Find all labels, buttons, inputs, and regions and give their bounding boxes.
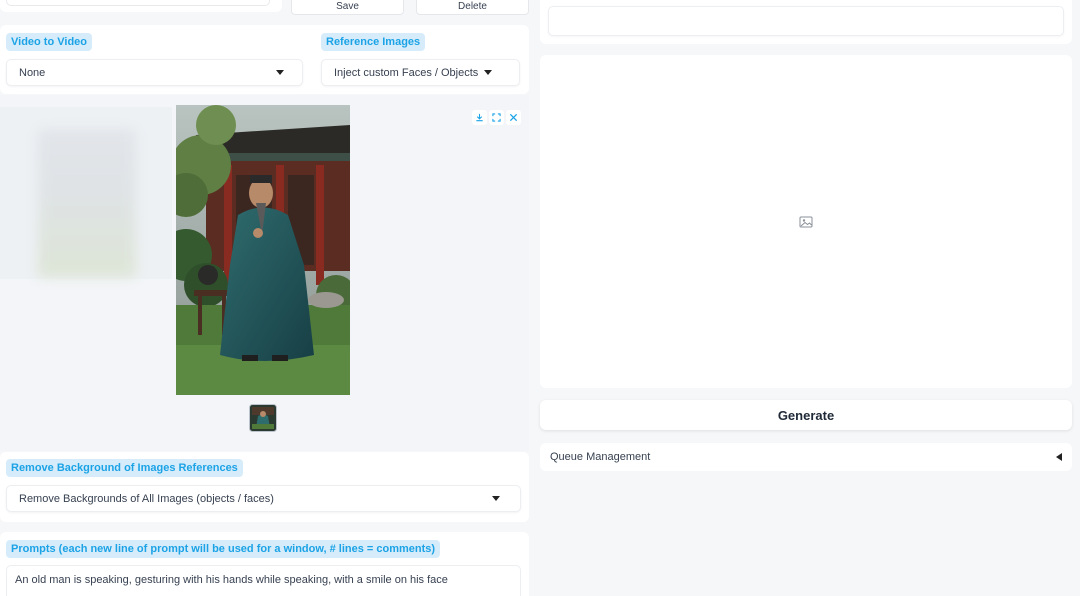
reference-images-dropdown[interactable]: Inject custom Faces / Objects [321, 59, 520, 86]
save-button[interactable]: Save [291, 0, 404, 15]
reference-images-value: Inject custom Faces / Objects [334, 66, 479, 79]
output-image-panel [540, 55, 1072, 388]
top-cutoff-panel [0, 0, 282, 12]
blurred-thumbnail[interactable] [0, 107, 172, 279]
chevron-down-icon [492, 496, 500, 501]
gallery-thumbnail[interactable] [249, 404, 277, 432]
chevron-down-icon [276, 70, 284, 75]
gallery-toolbar [472, 110, 521, 125]
image-gallery-panel [0, 95, 529, 451]
reference-images-label: Reference Images [321, 33, 426, 51]
remove-background-value: Remove Backgrounds of All Images (object… [19, 492, 274, 505]
remove-background-panel: Remove Background of Images References R… [0, 452, 529, 522]
prompts-label: Prompts (each new line of prompt will be… [6, 540, 441, 558]
remove-background-dropdown[interactable]: Remove Backgrounds of All Images (object… [6, 485, 521, 512]
close-icon[interactable] [506, 110, 521, 125]
prompts-text: An old man is speaking, gesturing with h… [15, 574, 448, 586]
top-right-panel [540, 0, 1072, 44]
generate-label: Generate [777, 407, 835, 423]
video-reference-panel: Video to Video None Reference Images Inj… [0, 25, 529, 94]
video-to-video-value: None [19, 66, 46, 79]
download-icon[interactable] [472, 110, 487, 125]
blurred-thumbnail-image [38, 129, 136, 277]
main-preview-image[interactable] [176, 105, 350, 395]
prompts-textarea[interactable]: An old man is speaking, gesturing with h… [6, 565, 521, 596]
generate-button[interactable]: Generate [540, 400, 1072, 430]
remove-background-label: Remove Background of Images References [6, 459, 243, 477]
top-right-textbox[interactable] [548, 6, 1064, 36]
collapse-arrow-icon [1056, 453, 1062, 461]
prompts-panel: Prompts (each new line of prompt will be… [0, 532, 529, 596]
video-to-video-label: Video to Video [6, 33, 92, 51]
chevron-down-icon [484, 70, 493, 75]
video-to-video-dropdown[interactable]: None [6, 59, 303, 86]
image-icon [799, 216, 813, 227]
top-cutoff-input[interactable] [6, 0, 270, 6]
queue-management-accordion[interactable]: Queue Management [540, 443, 1072, 471]
delete-button[interactable]: Delete [416, 0, 529, 15]
queue-management-label: Queue Management [550, 451, 651, 463]
fullscreen-icon[interactable] [489, 110, 504, 125]
